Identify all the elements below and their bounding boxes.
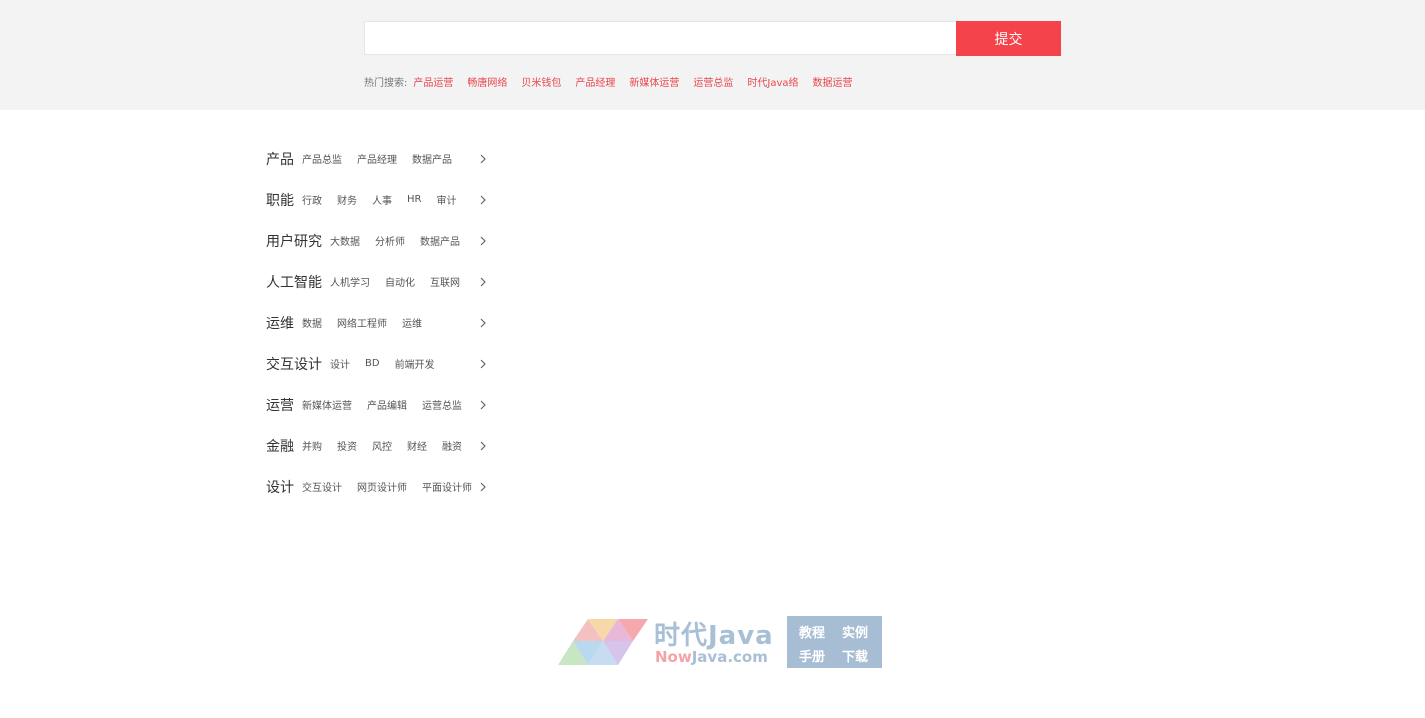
category-tag[interactable]: 平面设计师 <box>422 479 472 494</box>
category-tag[interactable]: 人事 <box>372 192 392 207</box>
hot-search-link[interactable]: 产品经理 <box>575 74 615 89</box>
category-tag[interactable]: 运维 <box>402 315 422 330</box>
category-row[interactable]: 运维 数据 网络工程师 运维 <box>266 302 492 343</box>
chevron-right-icon[interactable] <box>476 152 490 166</box>
category-title[interactable]: 用户研究 <box>266 231 322 251</box>
category-tag[interactable]: 数据 <box>302 315 322 330</box>
category-tag[interactable]: BD <box>365 358 380 369</box>
category-tag[interactable]: 新媒体运营 <box>302 397 352 412</box>
category-tag[interactable]: 数据产品 <box>420 233 460 248</box>
category-row[interactable]: 职能 行政 财务 人事 HR 审计 <box>266 179 492 220</box>
chevron-right-icon[interactable] <box>476 398 490 412</box>
category-row[interactable]: 运营 新媒体运营 产品编辑 运营总监 <box>266 384 492 425</box>
category-tag[interactable]: 产品总监 <box>302 151 342 166</box>
submit-button[interactable]: 提交 <box>956 21 1061 56</box>
category-tag[interactable]: 行政 <box>302 192 322 207</box>
category-tag[interactable]: 设计 <box>330 356 350 371</box>
search-band: 提交 热门搜索: 产品运营 畅唐网络 贝米钱包 产品经理 新媒体运营 运营总监 … <box>0 0 1425 110</box>
chevron-right-icon[interactable] <box>476 357 490 371</box>
category-title[interactable]: 职能 <box>266 190 294 210</box>
category-tag[interactable]: 产品经理 <box>357 151 397 166</box>
hot-search-link[interactable]: 产品运营 <box>413 74 453 89</box>
category-row[interactable]: 用户研究 大数据 分析师 数据产品 <box>266 220 492 261</box>
category-tag[interactable]: 数据产品 <box>412 151 452 166</box>
hot-search-label: 热门搜索: <box>364 77 408 89</box>
category-title[interactable]: 设计 <box>266 477 294 497</box>
category-tag[interactable]: 互联网 <box>430 274 460 289</box>
hot-search-link[interactable]: 运营总监 <box>693 74 733 89</box>
category-list: 产品 产品总监 产品经理 数据产品 职能 行政 财务 人事 HR 审计 用户研究 大数据 分析师 数据产品… <box>266 138 492 507</box>
category-title[interactable]: 交互设计 <box>266 354 322 374</box>
category-title[interactable]: 金融 <box>266 436 294 456</box>
search-input[interactable] <box>364 21 972 55</box>
category-tag[interactable]: 投资 <box>337 438 357 453</box>
category-row[interactable]: 人工智能 人机学习 自动化 互联网 <box>266 261 492 302</box>
category-title[interactable]: 运营 <box>266 395 294 415</box>
hot-search-link[interactable]: 时代Java络 <box>747 74 798 89</box>
chevron-right-icon[interactable] <box>476 234 490 248</box>
chevron-right-icon[interactable] <box>476 193 490 207</box>
hot-search-row: 热门搜索: 产品运营 畅唐网络 贝米钱包 产品经理 新媒体运营 运营总监 时代J… <box>364 73 867 89</box>
category-tag[interactable]: 产品编辑 <box>367 397 407 412</box>
category-row[interactable]: 交互设计 设计 BD 前端开发 <box>266 343 492 384</box>
category-tag[interactable]: 分析师 <box>375 233 405 248</box>
chevron-right-icon[interactable] <box>476 316 490 330</box>
watermark-box: 教程 实例 手册 下载 <box>787 616 882 668</box>
category-tag[interactable]: 财经 <box>407 438 427 453</box>
category-title[interactable]: 人工智能 <box>266 272 322 292</box>
category-tag[interactable]: 网页设计师 <box>357 479 407 494</box>
category-tag[interactable]: 风控 <box>372 438 392 453</box>
chevron-right-icon[interactable] <box>476 480 490 494</box>
category-title[interactable]: 产品 <box>266 149 294 169</box>
category-tag[interactable]: 交互设计 <box>302 479 342 494</box>
watermark-logo: 时代Java NowJava.com 教程 实例 手册 下载 <box>558 615 883 669</box>
hot-search-link[interactable]: 新媒体运营 <box>629 74 679 89</box>
category-row[interactable]: 设计 交互设计 网页设计师 平面设计师 <box>266 466 492 507</box>
category-tag[interactable]: 自动化 <box>385 274 415 289</box>
category-tag[interactable]: 网络工程师 <box>337 315 387 330</box>
category-tag[interactable]: 大数据 <box>330 233 360 248</box>
category-tag[interactable]: 财务 <box>337 192 357 207</box>
category-tag[interactable]: 人机学习 <box>330 274 370 289</box>
category-title[interactable]: 运维 <box>266 313 294 333</box>
category-tag[interactable]: 运营总监 <box>422 397 462 412</box>
category-row[interactable]: 金融 并购 投资 风控 财经 融资 <box>266 425 492 466</box>
watermark-title: 时代Java <box>654 621 774 651</box>
hot-search-link[interactable]: 数据运营 <box>813 74 853 89</box>
category-tag[interactable]: 并购 <box>302 438 322 453</box>
watermark-domain: NowJava.com <box>655 648 768 666</box>
category-tag[interactable]: 前端开发 <box>395 356 435 371</box>
category-tag[interactable]: 审计 <box>436 192 456 207</box>
category-tag[interactable]: 融资 <box>442 438 462 453</box>
triangle-logo-icon <box>558 619 648 665</box>
category-tag[interactable]: HR <box>407 194 421 205</box>
hot-search-link[interactable]: 畅唐网络 <box>467 74 507 89</box>
hot-search-link[interactable]: 贝米钱包 <box>521 74 561 89</box>
chevron-right-icon[interactable] <box>476 439 490 453</box>
category-row[interactable]: 产品 产品总监 产品经理 数据产品 <box>266 138 492 179</box>
chevron-right-icon[interactable] <box>476 275 490 289</box>
